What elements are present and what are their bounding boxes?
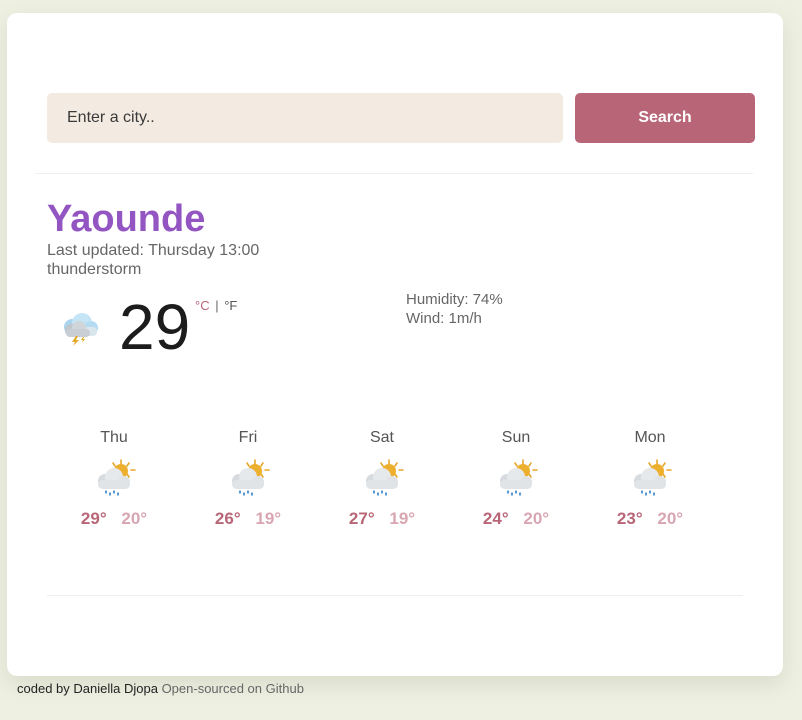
forecast-max-temp: 29° xyxy=(80,509,107,528)
city-name: Yaounde xyxy=(47,198,206,240)
rain-sun-icon xyxy=(366,459,404,496)
forecast-min-temp: 19° xyxy=(255,509,282,528)
unit-toggle: °C | °F xyxy=(195,298,237,313)
forecast-day: Thu 29° 20° xyxy=(49,429,179,529)
forecast-max-temp: 23° xyxy=(616,509,643,528)
forecast-min-temp: 20° xyxy=(523,509,550,528)
rain-sun-icon xyxy=(500,459,538,496)
city-search-input[interactable] xyxy=(47,93,563,143)
humidity: Humidity: 74% xyxy=(406,291,503,308)
footer: coded by Daniella Djopa Open-sourced on … xyxy=(17,681,304,697)
search-form: Search xyxy=(47,93,755,143)
fahrenheit-link[interactable]: °F xyxy=(224,298,237,313)
forecast-day-name: Thu xyxy=(100,429,128,446)
forecast-day: Mon 23° 20° xyxy=(585,429,715,529)
forecast-day-name: Mon xyxy=(634,429,666,446)
forecast-min-temp: 20° xyxy=(657,509,684,528)
last-updated: Last updated: Thursday 13:00 xyxy=(47,242,260,259)
github-link[interactable]: Open-sourced on Github xyxy=(162,681,304,696)
top-divider xyxy=(35,173,753,174)
author-credit: coded by Daniella Djopa xyxy=(17,681,158,696)
forecast-day-name: Sun xyxy=(501,429,531,446)
rain-sun-icon xyxy=(232,459,270,496)
forecast-max-temp: 26° xyxy=(214,509,241,528)
forecast-day-name: Sat xyxy=(369,429,394,446)
forecast-temps: 26° 19° xyxy=(183,509,313,529)
weather-description: thunderstorm xyxy=(47,261,142,278)
forecast-day: Sun 24° 20° xyxy=(451,429,581,529)
forecast-day: Sat 27° 19° xyxy=(317,429,447,529)
weather-card: Search Yaounde Last updated: Thursday 13… xyxy=(7,13,783,676)
forecast-day-name: Fri xyxy=(238,429,258,446)
forecast-max-temp: 24° xyxy=(482,509,509,528)
forecast-max-temp: 27° xyxy=(348,509,375,528)
forecast-min-temp: 20° xyxy=(121,509,148,528)
rain-sun-icon xyxy=(634,459,672,496)
unit-separator: | xyxy=(215,298,219,313)
wind-speed: Wind: 1m/h xyxy=(406,310,482,327)
weather-details: Humidity: 74% Wind: 1m/h xyxy=(406,290,503,328)
celsius-link[interactable]: °C xyxy=(195,298,210,313)
bottom-divider xyxy=(47,595,743,596)
forecast-temps: 23° 20° xyxy=(585,509,715,529)
daily-forecast: Thu 29° 20° Fri 26° 19° Sat 27° 19° Sun … xyxy=(47,429,727,549)
forecast-day: Fri 26° 19° xyxy=(183,429,313,529)
thunderstorm-icon xyxy=(64,313,98,346)
forecast-temps: 29° 20° xyxy=(49,509,179,529)
current-temperature: 29 xyxy=(119,291,191,363)
rain-sun-icon xyxy=(98,459,136,496)
forecast-temps: 24° 20° xyxy=(451,509,581,529)
forecast-min-temp: 19° xyxy=(389,509,416,528)
forecast-temps: 27° 19° xyxy=(317,509,447,529)
search-button[interactable]: Search xyxy=(575,93,755,143)
